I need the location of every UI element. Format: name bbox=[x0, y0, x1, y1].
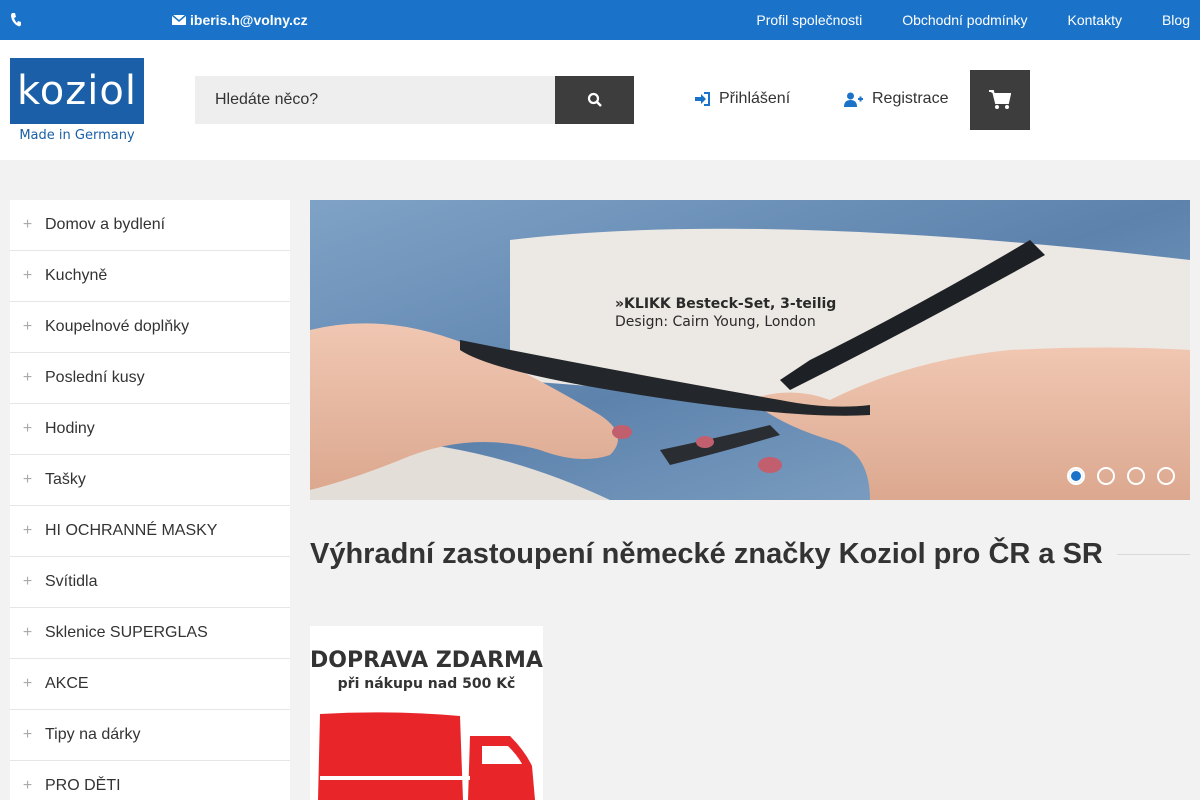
sidebar-item-sale[interactable]: + AKCE bbox=[10, 659, 290, 710]
sidebar-item-label: Domov a bydlení bbox=[45, 216, 166, 233]
sidebar-item-label: Svítidla bbox=[45, 573, 98, 590]
plus-icon: + bbox=[22, 675, 33, 692]
plus-icon: + bbox=[22, 624, 33, 641]
phone-icon[interactable] bbox=[10, 12, 22, 28]
slider-dot-3[interactable] bbox=[1127, 467, 1145, 485]
banner-caption: »KLIKK Besteck-Set, 3-teilig Design: Cai… bbox=[615, 295, 836, 331]
add-user-icon bbox=[844, 92, 863, 107]
plus-icon: + bbox=[22, 726, 33, 743]
plus-icon: + bbox=[22, 420, 33, 437]
sidebar-item-label: Hodiny bbox=[45, 420, 95, 437]
link-profile[interactable]: Profil společnosti bbox=[756, 12, 862, 28]
banner-caption-sub: Design: Cairn Young, London bbox=[615, 314, 816, 330]
search-button[interactable] bbox=[555, 76, 634, 124]
category-sidebar: + Domov a bydlení + Kuchyně + Koupelnové do… bbox=[10, 200, 290, 800]
plus-icon: + bbox=[22, 369, 33, 386]
search-input[interactable] bbox=[195, 76, 555, 124]
sidebar-item-label: Koupelnové doplňky bbox=[45, 318, 190, 335]
page-title: Výhradní zastoupení německé značky Kozio… bbox=[310, 538, 1103, 570]
envelope-icon bbox=[172, 14, 186, 25]
search-icon bbox=[587, 92, 602, 107]
sidebar-item-kids[interactable]: + PRO DĚTI bbox=[10, 761, 290, 800]
top-links: Profil společnosti Obchodní podmínky Kon… bbox=[756, 12, 1190, 28]
main-headline: Výhradní zastoupení německé značky Kozio… bbox=[310, 538, 1190, 571]
sidebar-item-label: Sklenice SUPERGLAS bbox=[45, 624, 208, 641]
top-bar: iberis.h@volny.cz Profil společnosti Obc… bbox=[0, 0, 1200, 40]
sidebar-item-bathroom[interactable]: + Koupelnové doplňky bbox=[10, 302, 290, 353]
sidebar-item-gift-tips[interactable]: + Tipy na dárky bbox=[10, 710, 290, 761]
sidebar-item-label: Tašky bbox=[45, 471, 86, 488]
sidebar-item-label: PRO DĚTI bbox=[45, 777, 121, 794]
slider-dot-2[interactable] bbox=[1097, 467, 1115, 485]
promo-title: DOPRAVA ZDARMA bbox=[310, 648, 543, 673]
logo[interactable]: koziol Made in Germany bbox=[10, 58, 144, 150]
sidebar-item-clocks[interactable]: + Hodiny bbox=[10, 404, 290, 455]
hero-image bbox=[310, 200, 1190, 500]
sidebar-item-label: HI OCHRANNÉ MASKY bbox=[45, 522, 218, 539]
slider-pagination bbox=[1067, 467, 1175, 485]
link-blog[interactable]: Blog bbox=[1162, 12, 1190, 28]
cart-button[interactable] bbox=[970, 70, 1030, 130]
sidebar-item-label: AKCE bbox=[45, 675, 89, 692]
banner-caption-title: »KLIKK Besteck-Set, 3-teilig bbox=[615, 296, 837, 312]
plus-icon: + bbox=[22, 267, 33, 284]
header: koziol Made in Germany Přihlášení Regist… bbox=[0, 40, 1200, 160]
sign-in-icon bbox=[695, 92, 710, 106]
cart-icon bbox=[989, 90, 1011, 109]
hero-slider[interactable]: »KLIKK Besteck-Set, 3-teilig Design: Cai… bbox=[310, 200, 1190, 500]
sidebar-item-home[interactable]: + Domov a bydlení bbox=[10, 200, 290, 251]
sidebar-item-label: Tipy na dárky bbox=[45, 726, 141, 743]
logo-tagline: Made in Germany bbox=[19, 128, 135, 143]
login-label: Přihlášení bbox=[719, 90, 791, 107]
register-label: Registrace bbox=[872, 90, 949, 107]
plus-icon: + bbox=[22, 573, 33, 590]
logo-wordmark: koziol bbox=[10, 58, 144, 124]
plus-icon: + bbox=[22, 777, 33, 794]
sidebar-item-label: Poslední kusy bbox=[45, 369, 145, 386]
contact-email-text: iberis.h@volny.cz bbox=[190, 12, 308, 28]
sidebar-item-kitchen[interactable]: + Kuchyně bbox=[10, 251, 290, 302]
login-link[interactable]: Přihlášení bbox=[695, 90, 790, 108]
contact-email[interactable]: iberis.h@volny.cz bbox=[172, 12, 308, 28]
sidebar-item-last-pieces[interactable]: + Poslední kusy bbox=[10, 353, 290, 404]
register-link[interactable]: Registrace bbox=[844, 90, 948, 108]
promo-subtitle: při nákupu nad 500 Kč bbox=[337, 676, 516, 692]
plus-icon: + bbox=[22, 318, 33, 335]
slider-dot-4[interactable] bbox=[1157, 467, 1175, 485]
link-contacts[interactable]: Kontakty bbox=[1067, 12, 1121, 28]
truck-icon bbox=[318, 712, 535, 800]
divider bbox=[1116, 554, 1190, 555]
sidebar-item-lights[interactable]: + Svítidla bbox=[10, 557, 290, 608]
slider-dot-1[interactable] bbox=[1067, 467, 1085, 485]
free-shipping-banner[interactable]: DOPRAVA ZDARMA při nákupu nad 500 Kč bbox=[310, 626, 543, 800]
link-terms[interactable]: Obchodní podmínky bbox=[902, 12, 1027, 28]
plus-icon: + bbox=[22, 522, 33, 539]
plus-icon: + bbox=[22, 471, 33, 488]
plus-icon: + bbox=[22, 216, 33, 233]
sidebar-item-masks[interactable]: + HI OCHRANNÉ MASKY bbox=[10, 506, 290, 557]
sidebar-item-bags[interactable]: + Tašky bbox=[10, 455, 290, 506]
sidebar-item-label: Kuchyně bbox=[45, 267, 108, 284]
sidebar-item-glasses[interactable]: + Sklenice SUPERGLAS bbox=[10, 608, 290, 659]
